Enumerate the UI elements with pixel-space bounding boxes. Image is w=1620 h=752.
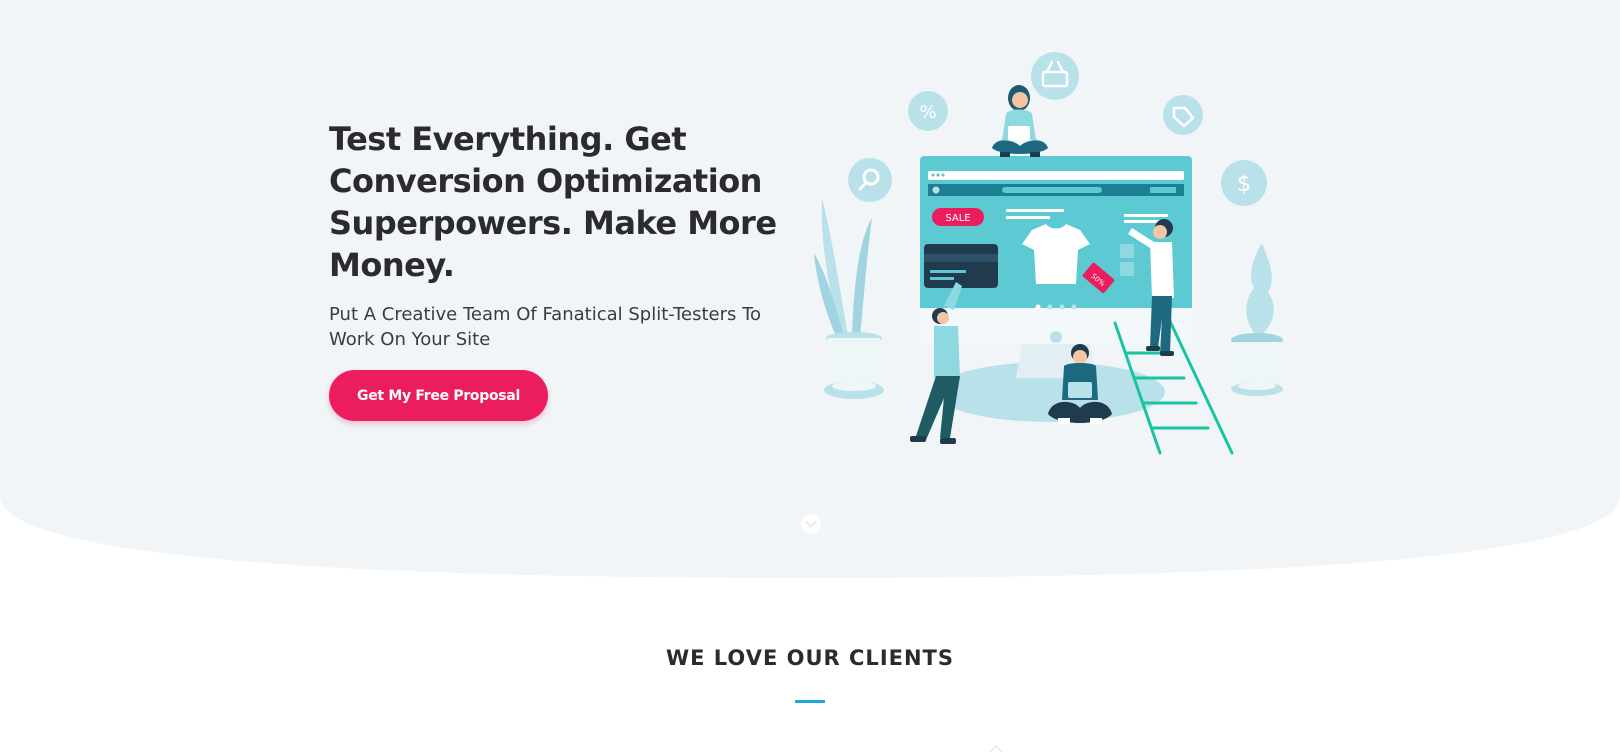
svg-text:$: $	[1237, 172, 1251, 197]
plant-left-icon	[814, 198, 884, 399]
tag-bubble-icon	[1163, 95, 1203, 135]
client-logo-icon	[989, 744, 1003, 752]
ecommerce-illustration: % $ SALE 50%	[814, 52, 1283, 455]
hero-subtitle: Put A Creative Team Of Fanatical Split-T…	[329, 304, 762, 350]
basket-bubble-icon	[1031, 52, 1079, 100]
hero-section: Test Everything. Get Conversion Optimiza…	[329, 118, 789, 352]
get-proposal-button[interactable]: Get My Free Proposal	[329, 370, 548, 421]
percent-bubble-icon: %	[908, 91, 948, 131]
person-on-monitor-icon	[992, 85, 1048, 157]
hero-title: Test Everything. Get Conversion Optimiza…	[329, 120, 777, 284]
landing-page: Test Everything. Get Conversion Optimiza…	[0, 0, 1620, 752]
search-bubble-icon	[848, 158, 892, 202]
scroll-down-icon[interactable]	[800, 513, 822, 535]
dollar-bubble-icon: $	[1221, 160, 1267, 206]
svg-text:%: %	[919, 102, 936, 123]
heading-underline	[795, 700, 825, 703]
svg-text:SALE: SALE	[945, 213, 970, 224]
plant-right-icon	[1231, 243, 1283, 396]
clients-heading: WE LOVE OUR CLIENTS	[665, 646, 954, 670]
